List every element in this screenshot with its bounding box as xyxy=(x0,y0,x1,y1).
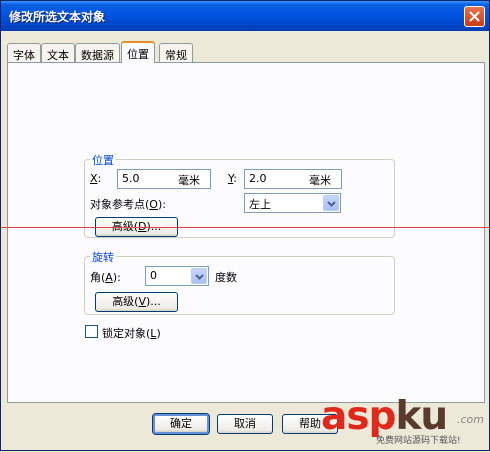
x-label: X: xyxy=(90,172,102,185)
y-label: Y: xyxy=(228,172,237,185)
ok-button[interactable]: 确定 xyxy=(152,413,210,435)
reference-point-label: 对象参考点(O): xyxy=(90,198,166,211)
title-bar[interactable]: 修改所选文本对象 xyxy=(1,1,489,31)
angle-unit: 度数 xyxy=(215,271,237,284)
close-button[interactable] xyxy=(464,6,485,27)
tab-position[interactable]: 位置 xyxy=(121,41,155,63)
close-icon xyxy=(469,11,480,22)
y-input[interactable]: 2.0 毫米 xyxy=(244,169,342,189)
lock-object-label: 锁定对象(L) xyxy=(102,327,161,340)
lock-object-checkbox[interactable] xyxy=(85,325,98,338)
watermark-logo: aspku .com 免费网站源码下载站! xyxy=(319,395,489,452)
angle-select[interactable]: 0 xyxy=(145,266,209,286)
tab-panel-position: 位置 X: 5.0 毫米 Y: 2.0 毫米 对象参考点(O): 左上 高级(… xyxy=(7,62,485,403)
window-title: 修改所选文本对象 xyxy=(9,10,106,24)
chevron-down-icon xyxy=(195,274,204,280)
position-group-title: 位置 xyxy=(90,152,116,168)
dialog-window: 修改所选文本对象 字体 文本 数据源 位置 常规 位置 X: 5.0 毫米 Y: xyxy=(0,0,490,451)
tab-general[interactable]: 常规 xyxy=(159,43,193,62)
angle-label: 角(A): xyxy=(90,271,121,284)
dropdown-arrow[interactable] xyxy=(191,268,207,284)
x-input[interactable]: 5.0 毫米 xyxy=(117,169,211,189)
chevron-down-icon xyxy=(327,201,336,207)
rotation-group-title: 旋转 xyxy=(90,249,116,265)
rotation-advanced-button[interactable]: 高级(V)... xyxy=(95,292,178,312)
rotation-group: 旋转 角(A): 0 度数 高级(V)... xyxy=(84,249,395,315)
tab-font[interactable]: 字体 xyxy=(7,43,41,62)
dropdown-arrow[interactable] xyxy=(323,195,339,211)
tab-datasource[interactable]: 数据源 xyxy=(75,43,120,62)
tab-text[interactable]: 文本 xyxy=(41,43,75,62)
reference-point-select[interactable]: 左上 xyxy=(244,193,341,213)
cancel-button[interactable]: 取消 xyxy=(217,414,273,434)
red-guide-line xyxy=(1,227,490,228)
watermark-suffix: .com xyxy=(457,413,484,426)
watermark-subtitle: 免费网站源码下载站! xyxy=(376,436,461,446)
